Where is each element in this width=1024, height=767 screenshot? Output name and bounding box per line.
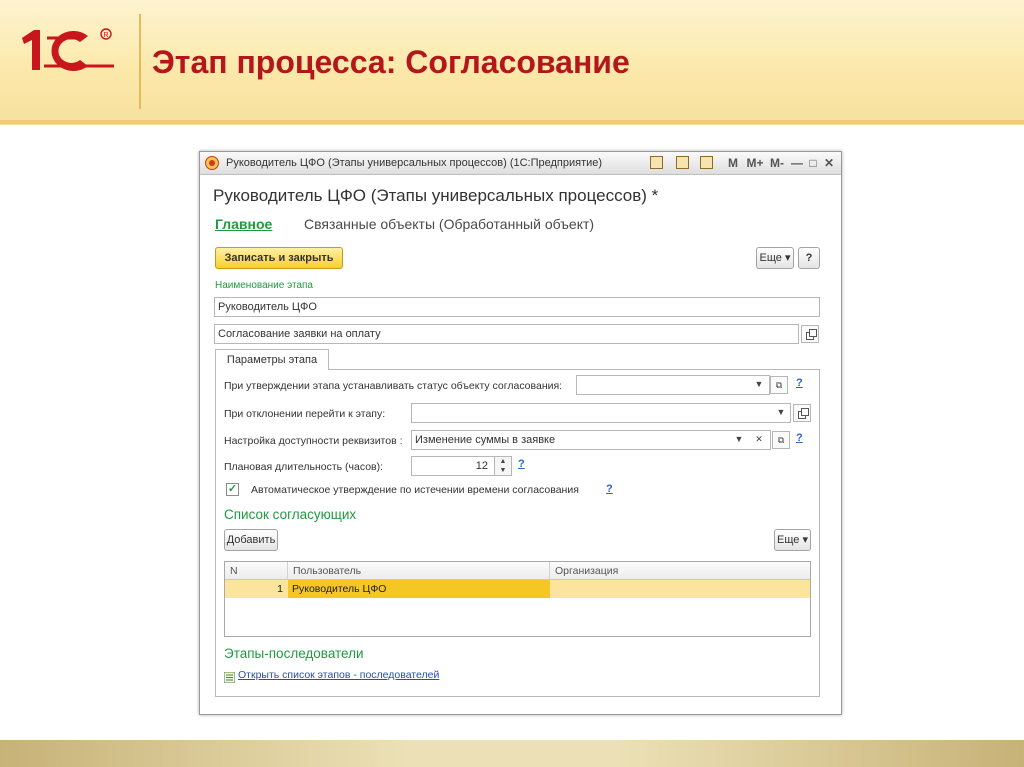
favorites-icon[interactable] [650,156,663,169]
user-cell[interactable]: Руководитель ЦФО [288,580,550,598]
stage-name-label: Наименование этапа [215,280,313,291]
status-label: При утверждении этапа устанавливать стат… [224,380,563,392]
calculator-icon[interactable] [676,156,689,169]
row-number-cell[interactable]: 1 [225,580,283,598]
svg-text:R: R [104,32,109,39]
dropdown-arrow-icon[interactable]: ▼ [772,404,790,422]
approvers-title: Список согласующих [224,507,357,522]
tab-related-objects[interactable]: Связанные объекты (Обработанный объект) [304,216,594,232]
successors-title: Этапы-последователи [224,646,364,661]
help-link[interactable]: ? [796,432,803,444]
description-input[interactable]: Согласование заявки на оплату [214,324,799,344]
open-icon[interactable]: ⧉ [770,376,788,394]
duration-label: Плановая длительность (часов): [224,461,384,473]
column-header-n[interactable]: N [225,562,288,580]
header-rule [0,120,1024,124]
dropdown-arrow-icon[interactable]: ▼ [730,431,748,449]
app-icon [205,156,219,170]
chevron-down-icon: ▾ [784,252,791,264]
memory-plus-button[interactable]: M+ [745,155,765,171]
calendar-icon[interactable] [700,156,713,169]
reject-stage-label: При отклонении перейти к этапу: [224,408,386,420]
approvers-more-button[interactable]: Еще ▾ [774,529,811,551]
1c-logo: R [22,28,114,71]
slide-footer [0,740,1024,767]
close-button[interactable]: ✕ [822,155,836,171]
dropdown-arrow-icon[interactable]: ▼ [750,376,768,394]
help-link[interactable]: ? [518,458,525,470]
chevron-down-icon: ▾ [802,534,808,546]
reject-stage-select[interactable] [411,403,791,423]
help-button[interactable]: ? [798,247,820,269]
column-header-organization[interactable]: Организация [550,562,810,580]
duration-input[interactable]: 12 [411,456,495,476]
tab-main[interactable]: Главное [215,216,272,232]
slide-title: Этап процесса: Согласование [152,44,630,80]
save-and-close-button[interactable]: Записать и закрыть [215,247,343,269]
more-label: Еще [777,534,800,546]
access-settings-select[interactable]: Изменение суммы в заявке [411,430,771,450]
open-icon[interactable]: ⧉ [772,431,790,449]
approvers-table: N Пользователь Организация 1 Руководител… [224,561,811,637]
memory-button[interactable]: M [725,155,741,171]
help-link[interactable]: ? [796,377,803,389]
spinner-icon[interactable]: ▲ ▼ [494,456,512,476]
clear-icon[interactable]: ✕ [750,431,768,449]
maximize-button[interactable]: □ [806,155,820,171]
add-button[interactable]: Добавить [224,529,278,551]
column-header-user[interactable]: Пользователь [288,562,550,580]
auto-approve-label: Автоматическое утверждение по истечении … [251,484,579,496]
logo-divider [139,14,141,109]
more-label: Еще [759,252,782,264]
window-titlebar: Руководитель ЦФО (Этапы универсальных пр… [200,152,841,175]
status-select[interactable] [576,375,770,395]
open-icon[interactable] [793,404,811,422]
window-caption: Руководитель ЦФО (Этапы универсальных пр… [226,157,603,169]
form-window: Руководитель ЦФО (Этапы универсальных пр… [199,151,842,715]
open-icon[interactable] [801,325,819,343]
organization-cell[interactable] [550,580,810,598]
more-button[interactable]: Еще ▾ [756,247,794,269]
help-link[interactable]: ? [606,483,613,495]
stage-name-input[interactable]: Руководитель ЦФО [214,297,820,317]
form-title: Руководитель ЦФО (Этапы универсальных пр… [213,186,659,205]
tab-stage-parameters[interactable]: Параметры этапа [215,349,329,370]
open-successors-link[interactable]: Открыть список этапов - последователей [238,669,439,681]
minimize-button[interactable]: — [790,155,804,171]
access-settings-label: Настройка доступности реквизитов : [224,435,403,447]
memory-minus-button[interactable]: M- [768,155,786,171]
list-icon [223,670,236,684]
auto-approve-checkbox[interactable]: ✓ [226,483,239,496]
